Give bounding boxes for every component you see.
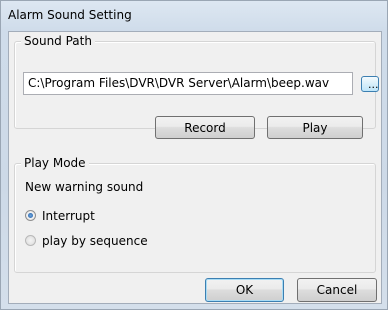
radio-option-label: Interrupt: [42, 209, 95, 223]
play-button[interactable]: Play: [267, 116, 363, 139]
play-mode-group: Play Mode New warning sound Interrupt pl…: [14, 156, 376, 273]
cancel-button[interactable]: Cancel: [297, 278, 377, 302]
radio-option-sequence[interactable]: play by sequence: [25, 233, 148, 249]
radio-option-label: play by sequence: [42, 234, 148, 248]
radio-option-interrupt[interactable]: Interrupt: [25, 208, 95, 224]
sound-path-group-label: Sound Path: [21, 34, 95, 48]
sound-path-group: Sound Path C:\Program Files\DVR\DVR Serv…: [14, 34, 379, 139]
play-mode-group-label: Play Mode: [21, 156, 89, 170]
play-mode-subtitle: New warning sound: [25, 180, 144, 194]
radio-unselected-icon[interactable]: [25, 235, 36, 246]
sound-path-field[interactable]: C:\Program Files\DVR\DVR Server\Alarm\be…: [23, 72, 353, 95]
radio-selected-icon[interactable]: [25, 210, 36, 221]
ok-button[interactable]: OK: [205, 278, 284, 302]
dialog-client-area: Sound Path C:\Program Files\DVR\DVR Serv…: [8, 31, 382, 304]
record-button[interactable]: Record: [155, 116, 255, 139]
dialog-title: Alarm Sound Setting: [8, 8, 132, 22]
alarm-sound-dialog: Alarm Sound Setting Sound Path C:\Progra…: [0, 0, 388, 310]
browse-button[interactable]: ...: [361, 76, 379, 92]
